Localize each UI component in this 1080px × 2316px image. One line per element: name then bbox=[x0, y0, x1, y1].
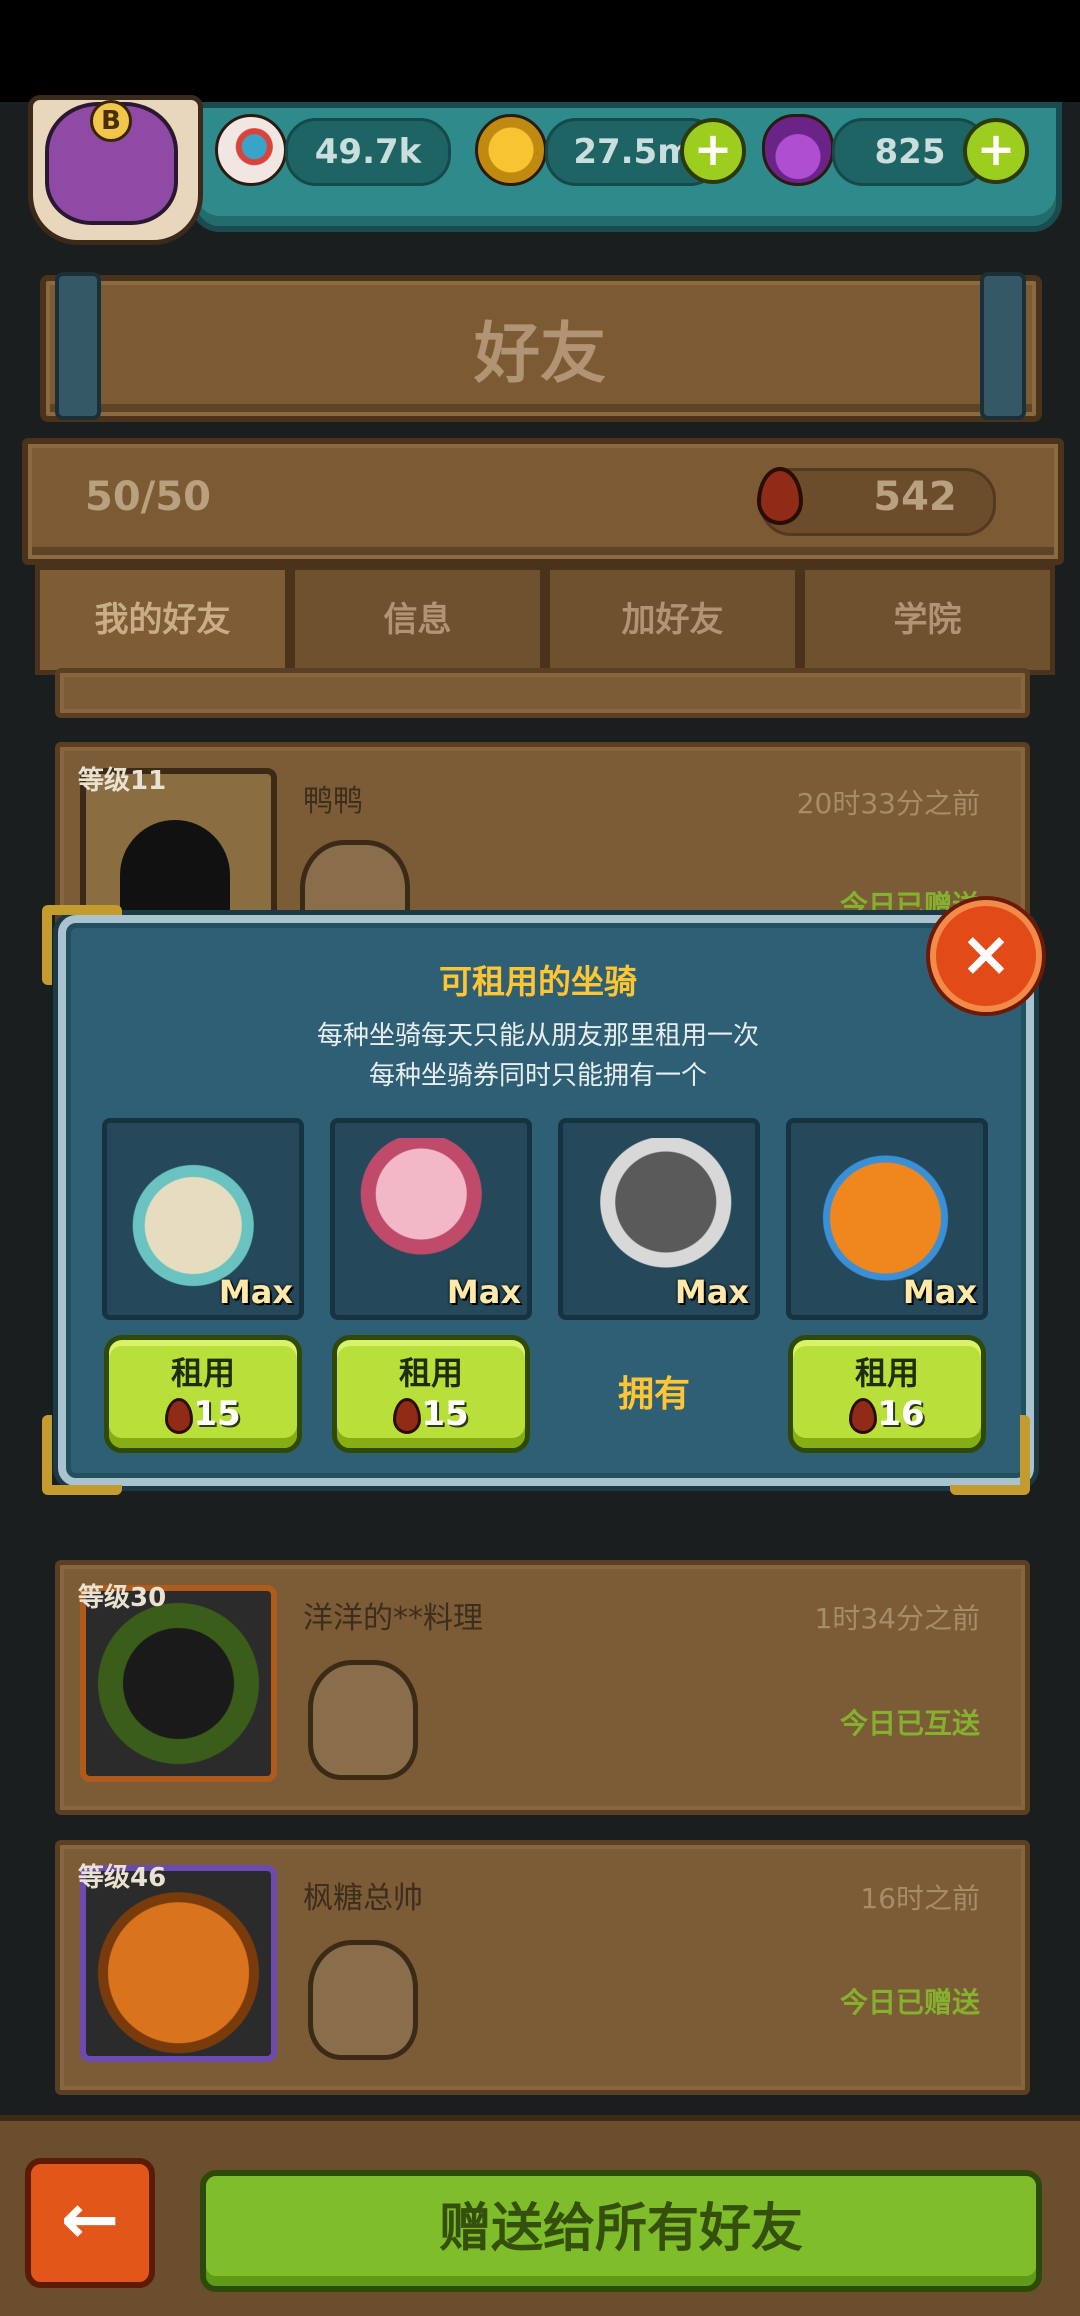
send-to-all-button[interactable]: 赠送给所有好友 bbox=[200, 2170, 1042, 2292]
rent-label: 租用 bbox=[854, 1354, 919, 1392]
status-bar bbox=[0, 0, 1080, 102]
friend-level: 等级30 bbox=[78, 1583, 167, 1613]
blood-drop-icon bbox=[393, 1397, 422, 1434]
rent-button[interactable]: 租用 15 bbox=[104, 1335, 302, 1453]
friend-portrait bbox=[80, 1865, 277, 2062]
dialog-rule-1: 每种坐骑每天只能从朋友那里租用一次 bbox=[316, 1021, 759, 1051]
friend-level: 等级11 bbox=[78, 766, 167, 796]
friend-last-seen: 20时33分之前 bbox=[796, 787, 980, 820]
rank-badge-icon bbox=[308, 1660, 418, 1780]
tab-academy[interactable]: 学院 bbox=[800, 565, 1055, 675]
rent-cost: 15 bbox=[421, 1394, 469, 1434]
mount-max-label: Max bbox=[446, 1273, 521, 1311]
list-item-partial bbox=[55, 668, 1030, 718]
friend-gift-status: 今日已赠送 bbox=[839, 1986, 980, 2019]
rank-badge-icon bbox=[308, 1940, 418, 2060]
friend-last-seen: 16时之前 bbox=[860, 1882, 980, 1915]
friend-count: 50/50 bbox=[85, 474, 211, 520]
tab-messages[interactable]: 信息 bbox=[290, 565, 545, 675]
blood-drop-icon bbox=[849, 1397, 878, 1434]
rent-button[interactable]: 租用 15 bbox=[332, 1335, 530, 1453]
rent-cost: 15 bbox=[193, 1394, 241, 1434]
friend-last-seen: 1时34分之前 bbox=[814, 1602, 980, 1635]
friend-name: 枫糖总帅 bbox=[303, 1881, 423, 1916]
back-button[interactable]: ← bbox=[25, 2158, 155, 2288]
friend-level: 等级46 bbox=[78, 1863, 167, 1893]
blood-drop-count: 542 bbox=[873, 474, 957, 520]
dialog-title: 可租用的坐骑 bbox=[439, 962, 637, 1001]
mount-slot[interactable]: Max bbox=[330, 1118, 532, 1320]
friend-gift-status: 今日已互送 bbox=[839, 1707, 980, 1740]
mount-max-label: Max bbox=[218, 1273, 293, 1311]
dialog-rule-2: 每种坐骑券同时只能拥有一个 bbox=[368, 1061, 707, 1091]
add-potions-button[interactable]: + bbox=[963, 118, 1029, 184]
mount-max-label: Max bbox=[902, 1273, 977, 1311]
rent-label: 租用 bbox=[170, 1354, 235, 1392]
page-title: 好友 bbox=[474, 315, 606, 392]
friend-name: 鸭鸭 bbox=[303, 784, 363, 819]
eyeball-icon bbox=[215, 114, 287, 186]
avatar-rank-badge: B bbox=[90, 100, 132, 142]
tab-my-friends[interactable]: 我的好友 bbox=[35, 565, 290, 675]
owned-label: 拥有 bbox=[617, 1374, 690, 1415]
friend-name: 洋洋的**料理 bbox=[303, 1601, 483, 1636]
monster-avatar-icon bbox=[120, 820, 230, 930]
mount-rabbit-icon bbox=[119, 1143, 284, 1293]
rent-button[interactable]: 租用 16 bbox=[788, 1335, 986, 1453]
rent-cost: 16 bbox=[877, 1394, 925, 1434]
tab-add-friend[interactable]: 加好友 bbox=[545, 565, 800, 675]
eyes-count: 49.7k bbox=[285, 118, 451, 186]
mount-slot[interactable]: Max bbox=[558, 1118, 760, 1320]
mount-max-label: Max bbox=[674, 1273, 749, 1311]
rent-label: 租用 bbox=[398, 1354, 463, 1392]
add-coins-button[interactable]: + bbox=[680, 118, 746, 184]
coin-icon bbox=[475, 114, 547, 186]
blood-drop-icon bbox=[165, 1397, 194, 1434]
potion-icon bbox=[762, 114, 834, 186]
friend-portrait bbox=[80, 1585, 277, 1782]
mount-slot[interactable]: Max bbox=[786, 1118, 988, 1320]
mount-slot[interactable]: Max bbox=[102, 1118, 304, 1320]
